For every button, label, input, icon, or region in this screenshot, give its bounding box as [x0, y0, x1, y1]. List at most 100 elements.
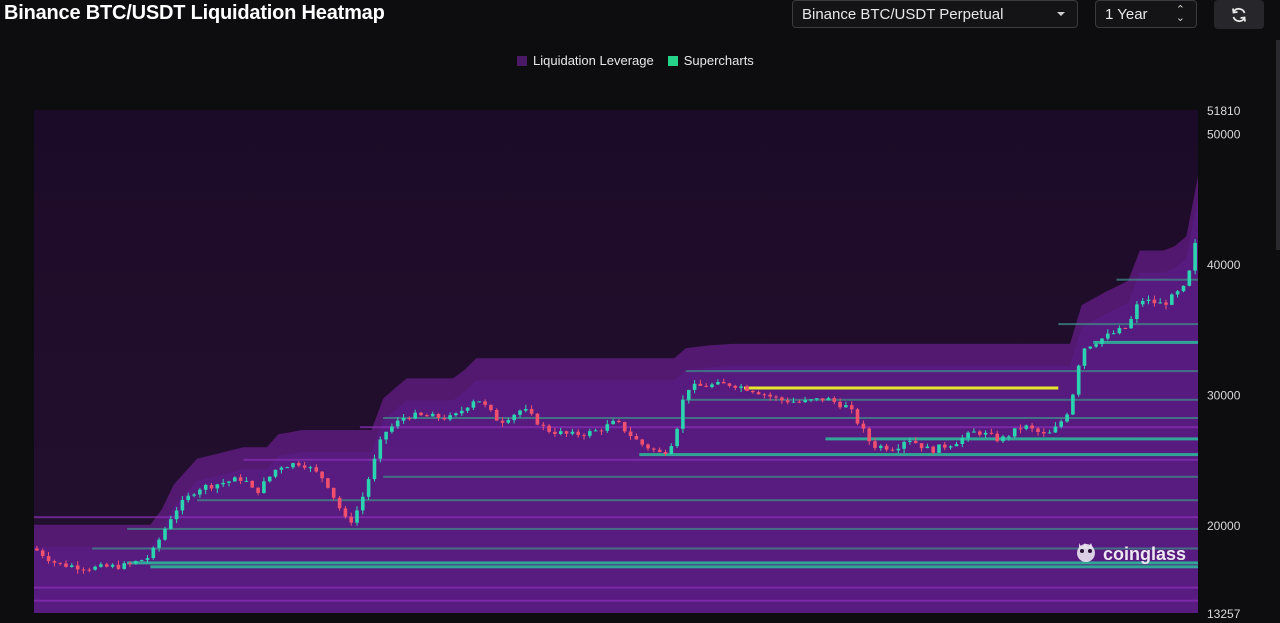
candle-body: [1082, 348, 1087, 366]
candle-body: [908, 440, 912, 442]
y-axis-tick-label: 20000: [1207, 519, 1241, 533]
candle-body: [308, 467, 313, 469]
candle-body: [570, 431, 575, 434]
candle-body: [588, 431, 592, 436]
candle-body: [1007, 436, 1011, 438]
candle-body: [704, 385, 708, 387]
y-axis-tick-label: 51810: [1207, 104, 1241, 118]
liquidation-band: [1093, 340, 1198, 344]
candle-body: [1111, 333, 1116, 335]
legend-swatch-supercharts: [667, 55, 678, 66]
candle-body: [873, 441, 877, 448]
candle-body: [489, 404, 493, 411]
refresh-button[interactable]: [1214, 0, 1264, 29]
candle-body: [943, 444, 947, 448]
legend-item-liquidation-leverage[interactable]: Liquidation Leverage: [517, 53, 654, 68]
candle-body: [529, 409, 534, 414]
candle-body: [471, 401, 476, 408]
candle-body: [611, 420, 615, 425]
candle-body: [844, 405, 848, 408]
candle-body: [1193, 242, 1197, 271]
candle-body: [535, 413, 540, 425]
candle-body: [87, 569, 92, 571]
candle-body: [326, 478, 330, 488]
candle-body: [826, 398, 831, 401]
candle-body: [954, 444, 959, 447]
page-scrollbar[interactable]: [1276, 40, 1280, 250]
candle-body: [355, 510, 359, 523]
candle-body: [780, 397, 784, 401]
candle-body: [1042, 432, 1046, 434]
candle-body: [105, 564, 109, 567]
candle-body: [1129, 319, 1133, 329]
candle-body: [1071, 394, 1075, 415]
candle-body: [913, 440, 918, 444]
candle-body: [849, 405, 854, 410]
candle-body: [896, 448, 901, 451]
liquidation-heatmap-chart[interactable]: 51810 50000 40000 30000 20000 13257 coinglass: [0, 100, 1280, 623]
candle-body: [1152, 299, 1157, 304]
candle-body: [116, 564, 121, 569]
candle-body: [169, 519, 173, 529]
candle-body: [436, 413, 441, 418]
candle-body: [1012, 428, 1017, 437]
candle-body: [640, 439, 644, 445]
candle-body: [855, 409, 860, 424]
liquidation-band: [34, 599, 1198, 602]
liquidation-band: [34, 586, 1198, 589]
candle-body: [331, 487, 336, 498]
candle-body: [291, 463, 295, 468]
candle-body: [727, 383, 732, 386]
candle-body: [1047, 432, 1052, 434]
candle-body: [70, 565, 74, 567]
candle-body: [931, 446, 935, 453]
candle-body: [884, 445, 889, 450]
candle-body: [384, 431, 388, 440]
candle-body: [1175, 291, 1180, 295]
candle-body: [1036, 428, 1040, 432]
candle-body: [209, 485, 214, 489]
candle-body: [774, 396, 778, 398]
candle-body: [430, 413, 435, 417]
candle-body: [1030, 425, 1034, 429]
candle-body: [925, 446, 930, 449]
candle-body: [646, 444, 650, 449]
candle-body: [564, 431, 569, 434]
liquidation-band: [127, 527, 1199, 530]
candle-body: [64, 563, 68, 567]
liquidation-band: [825, 437, 1198, 441]
candle-body: [669, 446, 674, 454]
time-range-select-value: 1 Year: [1105, 5, 1148, 23]
liquidation-band: [1116, 278, 1198, 281]
exchange-pair-select[interactable]: Binance BTC/USDT Perpetual: [792, 0, 1078, 28]
candle-body: [58, 562, 62, 564]
candle-body: [657, 449, 662, 452]
y-axis-tick-label: 50000: [1207, 128, 1241, 142]
candle-body: [477, 401, 481, 403]
candle-body: [628, 431, 633, 436]
candle-body: [861, 423, 866, 429]
candle-body: [692, 383, 697, 390]
candle-body: [366, 479, 371, 497]
legend-item-supercharts[interactable]: Supercharts: [667, 53, 754, 68]
candle-body: [721, 382, 726, 384]
refresh-icon: [1232, 7, 1246, 22]
candle-body: [361, 496, 365, 511]
time-range-select[interactable]: 1 Year ⌃ ⌄: [1095, 0, 1197, 28]
candle-body: [395, 420, 400, 427]
candle-body: [273, 469, 278, 477]
candle-body: [407, 418, 412, 420]
candle-body: [1076, 365, 1081, 395]
legend-label-supercharts: Supercharts: [683, 53, 754, 68]
y-axis-tick-label: 30000: [1207, 389, 1241, 403]
candle-body: [1135, 304, 1139, 319]
candle-body: [733, 385, 738, 388]
liquidation-band: [383, 417, 1198, 419]
y-axis-tick-label: 40000: [1207, 258, 1241, 272]
candle-body: [1001, 436, 1005, 442]
candle-body: [995, 433, 999, 442]
candle-body: [145, 558, 150, 561]
y-axis-tick-label: 13257: [1207, 607, 1241, 621]
page-title: Binance BTC/USDT Liquidation Heatmap: [4, 2, 385, 24]
candle-body: [460, 410, 464, 414]
